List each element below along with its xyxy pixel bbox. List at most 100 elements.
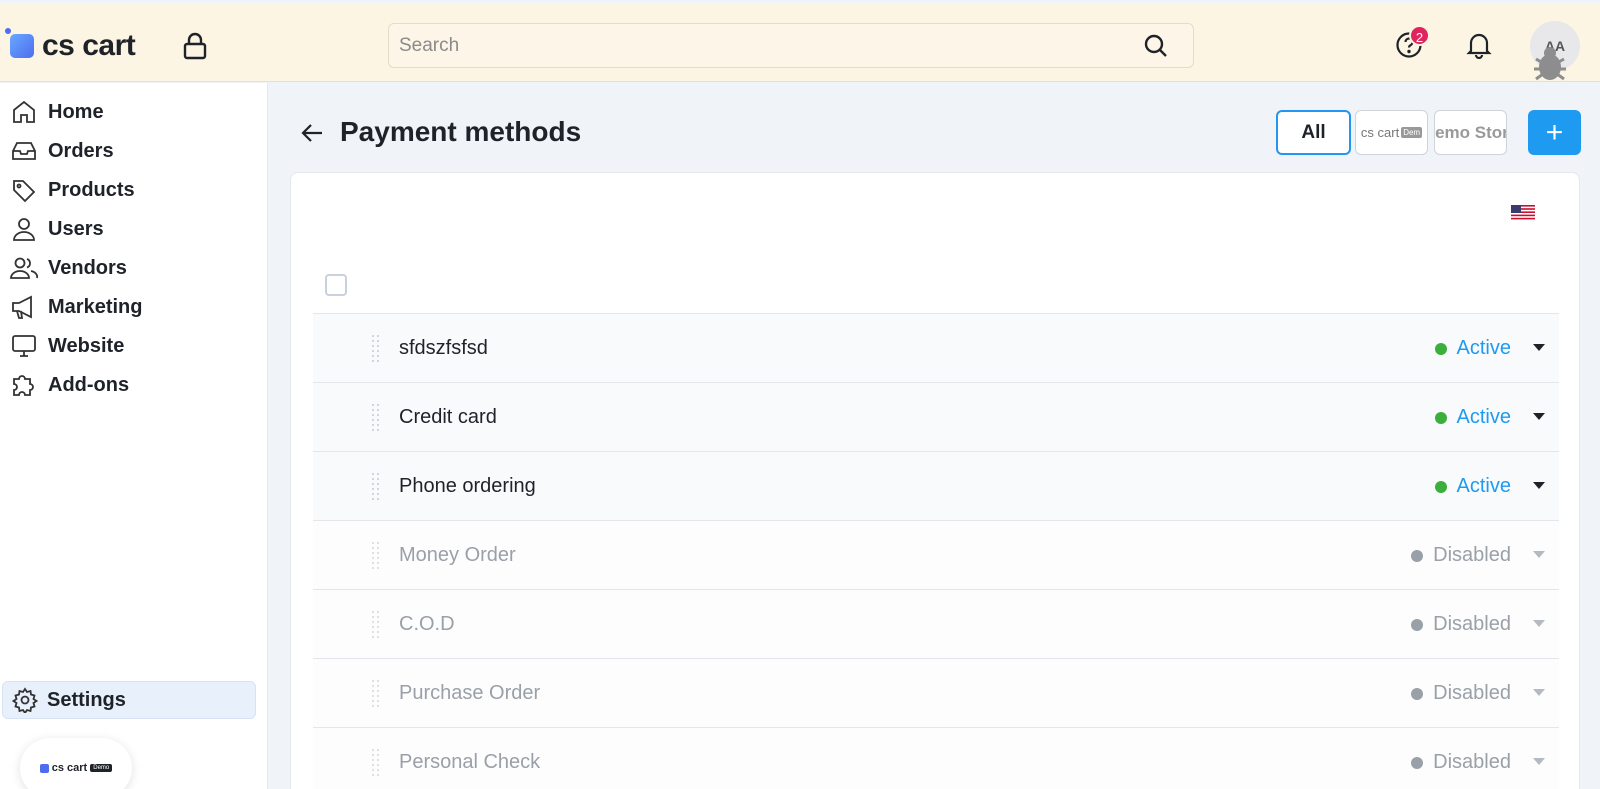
storefront-cs-cart-button[interactable]: cs cart Dem (1355, 110, 1428, 155)
search-box[interactable] (388, 23, 1194, 68)
sidebar-item-add-ons[interactable]: Add-ons (0, 366, 268, 404)
caret-down-icon[interactable] (1533, 344, 1545, 351)
payment-methods-card: sfdszfsfsd Active Credit card Active Pho… (290, 172, 1580, 789)
status-dropdown[interactable]: Active (1434, 406, 1511, 429)
back-arrow-icon[interactable] (300, 120, 326, 151)
status-dot (1434, 411, 1447, 424)
monitor-icon (0, 333, 48, 359)
sidebar-item-label: Marketing (48, 295, 143, 318)
search-icon[interactable] (1143, 33, 1169, 64)
bug-icon[interactable] (1528, 41, 1572, 90)
sidebar: Home Orders Products Users Vendors Marke… (0, 83, 268, 789)
storefront-all-button[interactable]: All (1276, 110, 1351, 155)
page-title: Payment methods (340, 116, 582, 147)
gear-icon (3, 687, 47, 713)
drag-handle-icon[interactable] (371, 541, 381, 574)
status-label: Disabled (1433, 544, 1511, 566)
status-label: Disabled (1433, 751, 1511, 773)
payment-method-name[interactable]: sfdszfsfsd (399, 337, 488, 360)
caret-down-icon[interactable] (1533, 482, 1545, 489)
storefront-cs-cart-tag: Dem (1401, 127, 1423, 138)
status-dot (1434, 480, 1447, 493)
status-dropdown[interactable]: Disabled (1411, 751, 1511, 774)
drag-handle-icon[interactable] (371, 748, 381, 781)
status-dot (1411, 756, 1424, 769)
storefront-demo-store-button[interactable]: Demo Store (1434, 110, 1507, 155)
bell-icon[interactable] (1466, 31, 1492, 64)
sidebar-item-label: Settings (47, 688, 126, 711)
payment-method-name[interactable]: Purchase Order (399, 682, 540, 705)
logo-mark (5, 28, 34, 58)
home-icon (0, 99, 48, 125)
mini-logo-mark (39, 763, 49, 773)
caret-down-icon[interactable] (1533, 689, 1545, 696)
table-row[interactable]: Phone ordering Active (313, 451, 1559, 520)
sidebar-item-label: Home (48, 100, 104, 123)
payment-method-name[interactable]: Credit card (399, 406, 497, 429)
storefront-demo-store-label: Demo Store (1435, 122, 1506, 142)
status-dropdown[interactable]: Disabled (1411, 613, 1511, 636)
payment-method-name[interactable]: Personal Check (399, 751, 540, 774)
table-row[interactable]: Money Order Disabled (313, 520, 1559, 589)
caret-down-icon[interactable] (1533, 413, 1545, 420)
table-row[interactable]: C.O.D Disabled (313, 589, 1559, 658)
status-dropdown[interactable]: Active (1434, 337, 1511, 360)
status-dropdown[interactable]: Active (1434, 475, 1511, 498)
status-label: Disabled (1433, 682, 1511, 704)
top-header: cs cart 2 AA (0, 3, 1600, 82)
status-dot (1411, 687, 1424, 700)
sidebar-item-label: Vendors (48, 256, 127, 279)
sidebar-item-products[interactable]: Products (0, 171, 268, 209)
users-icon (0, 255, 48, 281)
logo-text: cs cart (42, 29, 136, 62)
storefront-cs-cart-label: cs cart (1360, 125, 1400, 140)
caret-down-icon[interactable] (1533, 758, 1545, 765)
caret-down-icon[interactable] (1533, 551, 1545, 558)
drag-handle-icon[interactable] (371, 610, 381, 643)
status-label: Active (1456, 406, 1511, 428)
notification-count-badge: 2 (1409, 25, 1430, 46)
puzzle-icon (0, 371, 48, 399)
table-row[interactable]: sfdszfsfsd Active (313, 313, 1559, 382)
sidebar-item-label: Website (48, 334, 125, 357)
sidebar-item-label: Products (48, 178, 135, 201)
megaphone-icon (0, 294, 48, 320)
sidebar-item-label: Users (48, 217, 104, 240)
status-label: Active (1456, 337, 1511, 359)
sidebar-item-users[interactable]: Users (0, 210, 268, 248)
search-input[interactable] (389, 24, 1193, 67)
status-label: Active (1456, 475, 1511, 497)
drag-handle-icon[interactable] (371, 334, 381, 367)
payment-method-name[interactable]: Phone ordering (399, 475, 536, 498)
table-row[interactable]: Personal Check Disabled (313, 727, 1559, 789)
payment-method-name[interactable]: C.O.D (399, 613, 455, 636)
drag-handle-icon[interactable] (371, 679, 381, 712)
sidebar-item-settings[interactable]: Settings (2, 681, 256, 719)
status-dropdown[interactable]: Disabled (1411, 682, 1511, 705)
caret-down-icon[interactable] (1533, 620, 1545, 627)
sidebar-item-home[interactable]: Home (0, 93, 268, 131)
status-dropdown[interactable]: Disabled (1411, 544, 1511, 567)
store-chip-label: cs cart (51, 762, 88, 774)
payment-method-name[interactable]: Money Order (399, 544, 516, 567)
sidebar-item-marketing[interactable]: Marketing (0, 288, 268, 326)
sidebar-item-label: Orders (48, 139, 114, 162)
sidebar-item-vendors[interactable]: Vendors (0, 249, 268, 287)
storefront-switcher-chip[interactable]: cs cart Demo (20, 738, 132, 789)
status-dot (1411, 618, 1424, 631)
status-dot (1434, 342, 1447, 355)
us-flag-icon[interactable] (1511, 205, 1535, 226)
lock-icon[interactable] (182, 32, 208, 65)
add-payment-method-button[interactable]: + (1528, 110, 1581, 155)
sidebar-item-label: Add-ons (48, 373, 130, 396)
drag-handle-icon[interactable] (371, 403, 381, 436)
select-all-checkbox[interactable] (325, 274, 347, 296)
drag-handle-icon[interactable] (371, 472, 381, 505)
sidebar-item-website[interactable]: Website (0, 327, 268, 365)
table-row[interactable]: Purchase Order Disabled (313, 658, 1559, 727)
cs-cart-logo[interactable]: cs cart (5, 28, 136, 63)
table-row[interactable]: Credit card Active (313, 382, 1559, 451)
sidebar-item-orders[interactable]: Orders (0, 132, 268, 170)
status-label: Disabled (1433, 613, 1511, 635)
user-icon (0, 216, 48, 242)
